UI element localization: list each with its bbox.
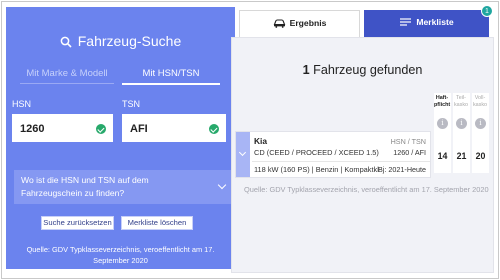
vehicle-make: Kia [254, 136, 268, 146]
tsn-label: TSN [122, 99, 140, 109]
result-count-heading: 1 Fahrzeug gefunden [231, 63, 494, 77]
info-icon[interactable]: i [456, 118, 467, 129]
column-header-vollkasko: Voll-kasko [472, 95, 488, 108]
reset-search-button[interactable]: Suche zurücksetzen [41, 216, 114, 230]
search-panel: Fahrzeug-Suche Mit Marke & Modell Mit HS… [6, 7, 235, 269]
hsn-value: 1260 [20, 123, 45, 135]
search-title: Fahrzeug-Suche [6, 33, 235, 49]
result-count-text: Fahrzeug gefunden [313, 63, 423, 77]
search-title-text: Fahrzeug-Suche [77, 33, 182, 49]
vehicle-hsn-tsn-value: 1260 / AFI [393, 148, 426, 157]
vehicle-result-card[interactable]: Kia CD (CEED / PROCEED / XCEED 1.5) HSN … [235, 131, 431, 178]
tab-ergebnis[interactable]: Ergebnis [239, 10, 360, 37]
tab-merkliste-label: Merkliste [416, 17, 454, 27]
check-icon [96, 124, 106, 134]
source-note: Quelle: GDV Typklasseverzeichnis, veroef… [26, 245, 215, 265]
tab-hsn-tsn[interactable]: Mit HSN/TSN [122, 68, 220, 85]
faq-text: Wo ist die HSN und TSN auf dem Fahrzeugs… [21, 175, 149, 198]
info-icon[interactable]: i [437, 118, 448, 129]
search-icon [60, 36, 72, 48]
watchlist-count-badge: 1 [481, 5, 493, 17]
vehicle-build-years: Bj: 2021-Heute [378, 165, 426, 174]
hsn-label: HSN [12, 99, 32, 109]
tab-make-model[interactable]: Mit Marke & Modell [20, 68, 114, 84]
tsn-value: AFI [130, 123, 148, 135]
score-vollkasko: 20 [475, 151, 486, 161]
column-header-teilkasko: Teil-kasko [453, 95, 469, 108]
divider [252, 161, 430, 162]
check-icon [209, 124, 219, 134]
score-teilkasko: 21 [456, 151, 467, 161]
result-count-number: 1 [302, 63, 310, 77]
tab-merkliste[interactable]: Merkliste [364, 10, 489, 37]
car-icon [273, 19, 285, 28]
vehicle-hsn-tsn-label: HSN / TSN [390, 137, 426, 146]
clear-watchlist-button[interactable]: Merkliste löschen [121, 216, 193, 230]
column-header-haftpflicht: Haft-pflicht [434, 95, 451, 108]
vehicle-specs: 118 kW (160 PS) | Benzin | Kompaktkl [254, 165, 379, 174]
chevron-down-icon [217, 180, 227, 190]
info-icon[interactable]: i [475, 118, 486, 129]
tsn-field[interactable]: AFI [122, 114, 226, 142]
score-haftpflicht: 14 [437, 151, 448, 161]
tab-ergebnis-label: Ergebnis [289, 18, 327, 28]
list-icon [400, 18, 412, 26]
chevron-down-icon [238, 148, 247, 157]
result-source-note: Quelle: GDV Typklasseverzeichnis, veroef… [244, 185, 489, 194]
hsn-field[interactable]: 1260 [12, 114, 113, 142]
hsn-tsn-help-accordion[interactable]: Wo ist die HSN und TSN auf dem Fahrzeugs… [14, 170, 231, 204]
expand-vehicle-toggle[interactable] [236, 132, 250, 177]
vehicle-model: CD (CEED / PROCEED / XCEED 1.5) [254, 148, 379, 157]
